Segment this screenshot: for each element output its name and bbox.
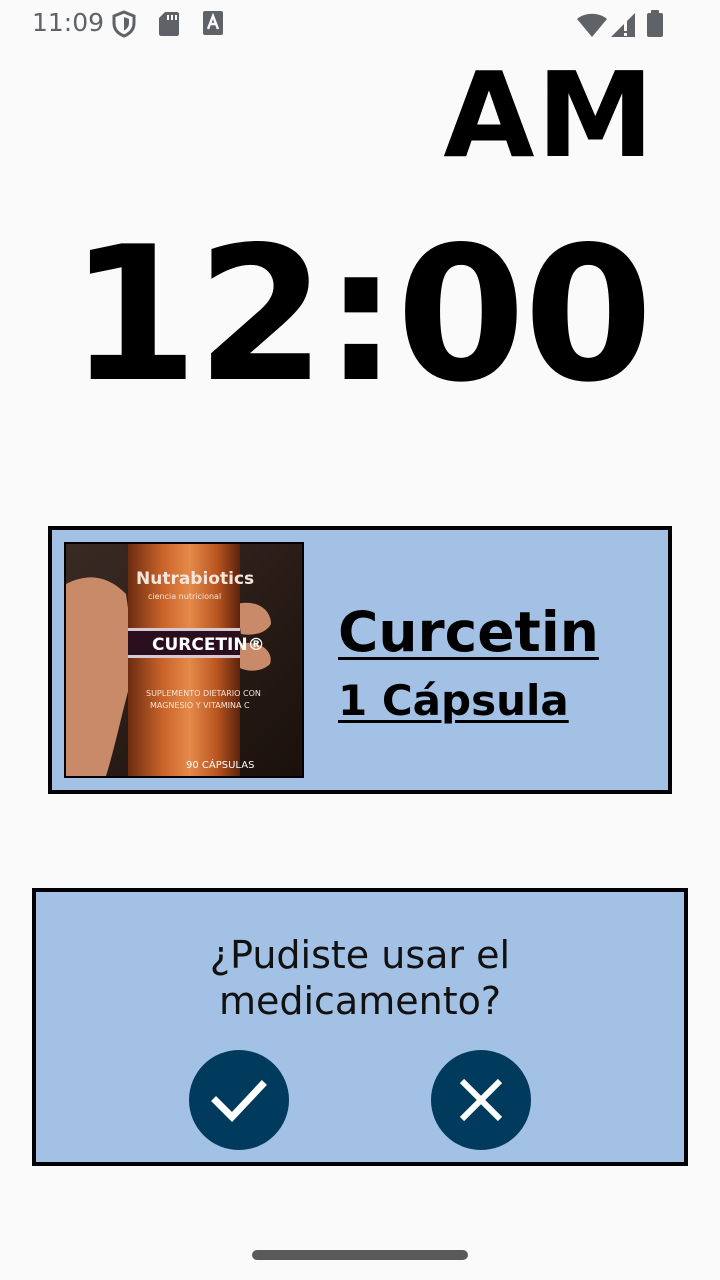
photo-product: CURCETIN® <box>152 635 265 655</box>
confirm-taken-button[interactable] <box>189 1050 289 1150</box>
wifi-icon <box>576 12 608 38</box>
battery-icon <box>646 10 664 38</box>
question-line-1: ¿Pudiste usar el <box>209 933 511 977</box>
font-a-icon <box>202 10 224 36</box>
photo-line2: MAGNESIO Y VITAMINA C <box>150 701 250 710</box>
alarm-time: 12:00 <box>68 206 653 423</box>
medication-dose: 1 Cápsula <box>338 676 569 725</box>
check-icon <box>211 1080 267 1123</box>
status-bar: 11:09 <box>0 0 720 48</box>
photo-line1: SUPLEMENTO DIETARIO CON <box>146 689 261 698</box>
photo-count: 90 CÁPSULAS <box>186 758 254 771</box>
alarm-screen: 11:09 AM 12:00 Nutrabiotics ciencia nutr… <box>0 0 720 1280</box>
photo-brand: Nutrabiotics <box>136 569 254 589</box>
question-text: ¿Pudiste usar el medicamento? <box>36 932 684 1024</box>
shield-icon <box>112 10 136 38</box>
signal-icon <box>610 12 636 38</box>
question-line-2: medicamento? <box>218 979 502 1023</box>
medication-name: Curcetin <box>338 600 599 664</box>
am-pm-label: AM <box>443 46 656 184</box>
photo-tagline: ciencia nutricional <box>148 592 221 601</box>
confirmation-card: ¿Pudiste usar el medicamento? <box>32 888 688 1166</box>
medication-card: Nutrabiotics ciencia nutricional CURCETI… <box>48 526 672 794</box>
medication-photo: Nutrabiotics ciencia nutricional CURCETI… <box>64 542 304 778</box>
home-gesture-bar[interactable] <box>252 1250 468 1260</box>
close-icon <box>459 1078 503 1122</box>
status-time: 11:09 <box>32 8 105 37</box>
decline-taken-button[interactable] <box>431 1050 531 1150</box>
sd-card-icon <box>158 10 180 38</box>
